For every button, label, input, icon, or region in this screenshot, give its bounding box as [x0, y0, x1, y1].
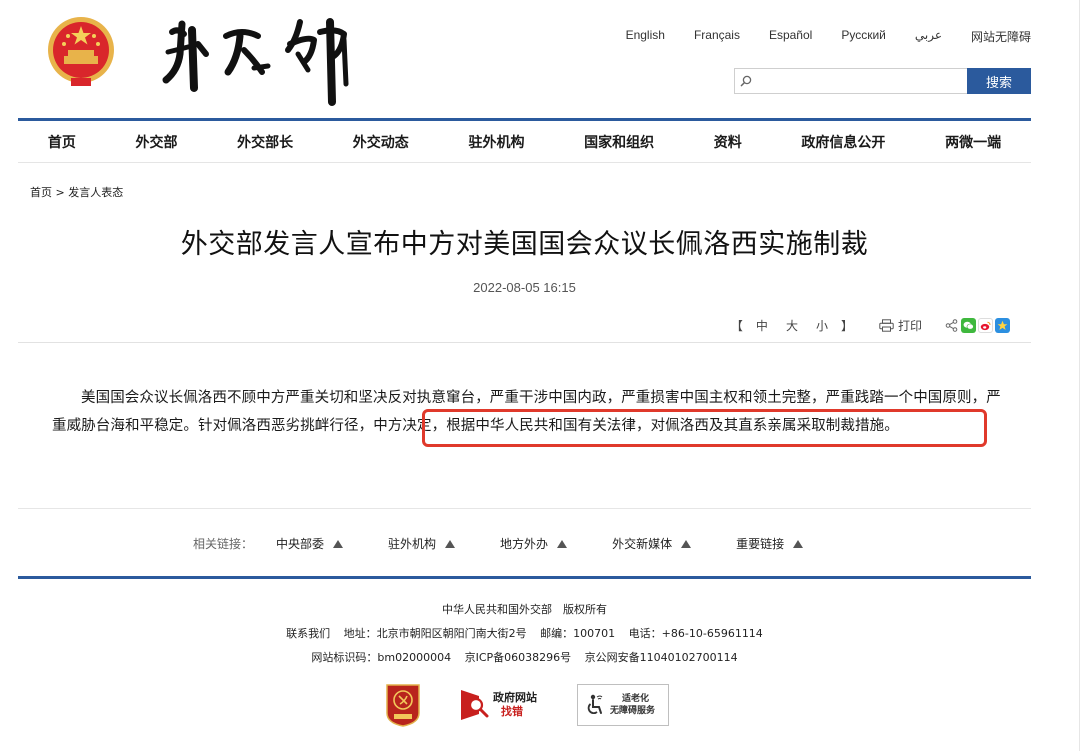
- related-item-label: 重要链接: [736, 537, 785, 551]
- share-bar: [944, 318, 1010, 333]
- triangle-up-icon: [793, 539, 804, 548]
- page: English Français Español Русский عربي 网站…: [0, 0, 1080, 751]
- ministry-calligraphy-logo[interactable]: [158, 10, 358, 110]
- font-size-bracket-close: 】: [840, 319, 853, 333]
- related-new-media-dropdown[interactable]: 外交新媒体: [612, 535, 692, 552]
- lang-russian-link[interactable]: Русский: [841, 28, 886, 45]
- footer-contact-line: 联系我们 地址：北京市朝阳区朝阳门南大街2号 邮编：100701 电话：+86-…: [18, 625, 1031, 641]
- related-missions-dropdown[interactable]: 驻外机构: [388, 535, 456, 552]
- lang-spanish-link[interactable]: Español: [769, 28, 812, 45]
- wechat-icon[interactable]: [961, 318, 976, 333]
- related-item-label: 外交新媒体: [612, 537, 673, 551]
- footer-site-id: 网站标识码：bm02000004: [311, 651, 452, 664]
- related-links-label: 相关链接：: [193, 537, 254, 551]
- accessibility-service-badge[interactable]: 适老化 无障碍服务: [577, 684, 669, 726]
- search-icon: [735, 69, 757, 93]
- nav-item-minister[interactable]: 外交部长: [237, 132, 293, 152]
- content-divider: [18, 342, 1031, 343]
- breadcrumb-current-link[interactable]: 发言人表态: [68, 186, 123, 199]
- nav-item-ministry[interactable]: 外交部: [135, 132, 177, 152]
- footer-police-link[interactable]: 京公网安备11040102700114: [585, 651, 738, 664]
- nav-item-resources[interactable]: 资料: [714, 132, 742, 152]
- related-central-ministries-dropdown[interactable]: 中央部委: [276, 535, 344, 552]
- site-header: English Français Español Русский عربي 网站…: [18, 0, 1031, 118]
- related-item-label: 地方外办: [500, 537, 549, 551]
- search-input[interactable]: [757, 69, 967, 93]
- triangle-up-icon: [681, 539, 692, 548]
- share-icon[interactable]: [944, 318, 959, 333]
- footer-top-border: [18, 576, 1031, 579]
- article-body: 美国国会众议长佩洛西不顾中方严重关切和坚决反对执意窜台，严重干涉中国内政，严重损…: [52, 384, 1002, 440]
- lang-french-link[interactable]: Français: [694, 28, 740, 45]
- article-body-highlighted: 中方决定，根据中华人民共和国有关法律，对佩洛西及其直系亲属采取制裁措施。: [373, 418, 899, 434]
- accessibility-link[interactable]: 网站无障碍: [971, 28, 1031, 45]
- footer-registration-line: 网站标识码：bm02000004 京ICP备06038296号 京公网安备110…: [18, 649, 1031, 665]
- search-box: 搜索: [734, 68, 1031, 94]
- party-gov-badge-icon[interactable]: [385, 683, 421, 727]
- footer-postcode: 邮编：100701: [540, 627, 616, 640]
- magnifier-report-icon: [461, 690, 489, 720]
- breadcrumb-separator: >: [55, 186, 65, 199]
- footer-copyright: 中华人民共和国外交部 版权所有: [442, 603, 607, 616]
- breadcrumb: 首页 > 发言人表态: [30, 184, 123, 200]
- nav-item-gov-info[interactable]: 政府信息公开: [801, 132, 885, 152]
- gov-website-error-report-badge[interactable]: 政府网站 找错: [459, 684, 543, 726]
- triangle-up-icon: [445, 539, 456, 548]
- article-date: 2022-08-05 16:15: [473, 280, 576, 295]
- article-title: 外交部发言人宣布中方对美国国会众议长佩洛西实施制裁: [180, 229, 869, 260]
- font-size-bracket-open: 【: [730, 319, 743, 333]
- nav-item-home[interactable]: 首页: [48, 132, 76, 152]
- access-badge-line1: 适老化: [622, 694, 650, 704]
- printer-icon: [879, 319, 894, 332]
- print-label: 打印: [897, 319, 922, 333]
- weibo-icon[interactable]: [978, 318, 993, 333]
- triangle-up-icon: [333, 539, 344, 548]
- print-button[interactable]: 打印: [879, 317, 922, 334]
- nav-item-diplomatic-news[interactable]: 外交动态: [353, 132, 409, 152]
- font-size-selector: 【 中 大 小 】: [727, 317, 857, 334]
- footer-phone: 电话：+86-10-65961114: [628, 627, 763, 640]
- footer-address: 地址：北京市朝阳区朝阳门南大街2号: [343, 627, 527, 640]
- related-divider: [18, 508, 1031, 509]
- font-size-medium-button[interactable]: 中: [756, 317, 768, 334]
- lang-english-link[interactable]: English: [626, 28, 665, 45]
- qzone-icon[interactable]: [995, 318, 1010, 333]
- font-size-small-button[interactable]: 小: [816, 317, 828, 334]
- national-emblem-icon[interactable]: [44, 14, 118, 90]
- related-item-label: 中央部委: [276, 537, 325, 551]
- gov-badge-line1: 政府网站: [493, 691, 537, 704]
- related-important-links-dropdown[interactable]: 重要链接: [736, 535, 804, 552]
- font-size-large-button[interactable]: 大: [786, 317, 798, 334]
- nav-item-missions[interactable]: 驻外机构: [468, 132, 524, 152]
- triangle-up-icon: [557, 539, 568, 548]
- search-button[interactable]: 搜索: [967, 68, 1031, 94]
- nav-item-social[interactable]: 两微一端: [945, 132, 1001, 152]
- access-badge-line2: 无障碍服务: [610, 706, 656, 716]
- article-tools: 【 中 大 小 】 打印: [727, 317, 1010, 334]
- breadcrumb-home-link[interactable]: 首页: [30, 186, 52, 199]
- lang-arabic-link[interactable]: عربي: [915, 28, 942, 45]
- wheelchair-icon: [587, 694, 603, 715]
- gov-badge-line2: 找错: [501, 705, 523, 718]
- related-item-label: 驻外机构: [388, 537, 437, 551]
- footer-badges: 政府网站 找错 适老化 无障碍服务: [385, 682, 669, 728]
- contact-us-link[interactable]: 联系我们: [286, 627, 330, 640]
- nav-item-countries[interactable]: 国家和组织: [584, 132, 654, 152]
- related-local-fao-dropdown[interactable]: 地方外办: [500, 535, 568, 552]
- related-links: 相关链接： 中央部委 驻外机构 地方外办 外交新媒体 重要链接: [193, 535, 848, 552]
- language-bar: English Français Español Русский عربي 网站…: [597, 28, 1031, 45]
- main-nav: 首页 外交部 外交部长 外交动态 驻外机构 国家和组织 资料 政府信息公开 两微…: [18, 121, 1031, 163]
- footer-icp-link[interactable]: 京ICP备06038296号: [465, 651, 572, 664]
